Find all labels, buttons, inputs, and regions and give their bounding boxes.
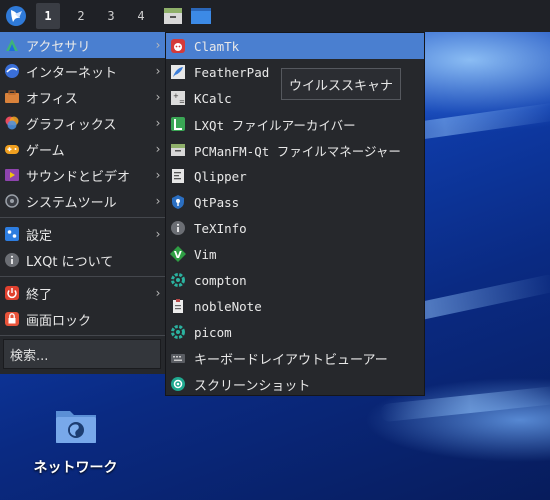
submenu-item-qlipper[interactable]: Qlipper [166, 163, 424, 189]
picom-icon [169, 324, 186, 341]
multimedia-icon [3, 167, 20, 184]
chevron-right-icon: › [155, 116, 161, 130]
submenu-item-archiver[interactable]: LXQt ファイルアーカイバー [166, 111, 424, 137]
archiver-icon [169, 116, 186, 133]
compton-icon [169, 272, 186, 289]
power-icon [3, 285, 20, 302]
workspace-4[interactable]: 4 [126, 0, 156, 32]
menu-separator [0, 217, 165, 218]
chevron-right-icon: › [155, 64, 161, 78]
lxqt-logo-icon [6, 6, 26, 26]
file-manager-icon [169, 142, 186, 159]
submenu-item-texinfo[interactable]: TeXInfo [166, 215, 424, 241]
menu-item-system-tools[interactable]: システムツール › [0, 188, 165, 214]
network-folder-icon [55, 411, 96, 443]
clamtk-icon [169, 38, 186, 55]
submenu-item-keyboard-viewer[interactable]: キーボードレイアウトビューアー [166, 345, 424, 371]
submenu-item-file-manager[interactable]: PCManFM-Qt ファイルマネージャー [166, 137, 424, 163]
qtpass-icon [169, 194, 186, 211]
office-icon [3, 89, 20, 106]
lock-icon [3, 311, 20, 328]
tooltip: ウイルススキャナ [281, 68, 401, 100]
desktop-icon-label: ネットワーク [33, 460, 118, 476]
menu-separator [0, 335, 165, 336]
chevron-right-icon: › [155, 286, 161, 300]
menu-item-leave[interactable]: 終了 › [0, 280, 165, 306]
kcalc-icon: + = [169, 90, 186, 107]
workspace-3[interactable]: 3 [96, 0, 126, 32]
workspace-2[interactable]: 2 [66, 0, 96, 32]
chevron-right-icon: › [155, 194, 161, 208]
submenu-item-qtpass[interactable]: QtPass [166, 189, 424, 215]
chevron-right-icon: › [155, 38, 161, 52]
search-input[interactable]: 検索... [3, 339, 161, 369]
desktop-launcher-icon[interactable] [190, 5, 212, 27]
top-panel: 1 2 3 4 [0, 0, 550, 32]
menu-item-internet[interactable]: インターネット › [0, 58, 165, 84]
settings-icon [3, 226, 20, 243]
menu-item-settings[interactable]: 設定 › [0, 221, 165, 247]
workspace-1[interactable]: 1 [36, 3, 60, 29]
submenu-item-compton[interactable]: compton [166, 267, 424, 293]
screenshot-icon [169, 376, 186, 393]
chevron-right-icon: › [155, 168, 161, 182]
archive-launcher-icon[interactable] [162, 5, 184, 27]
submenu-item-vim[interactable]: V Vim [166, 241, 424, 267]
application-menu: アクセサリ › インターネット › オフィス › グラフィックス › ゲーム ›… [0, 32, 165, 374]
menu-item-accessories[interactable]: アクセサリ › [0, 32, 165, 58]
desktop-icon-network[interactable]: ネットワーク [28, 405, 123, 477]
featherpad-icon [169, 64, 186, 81]
submenu-item-picom[interactable]: picom [166, 319, 424, 345]
menu-item-multimedia[interactable]: サウンドとビデオ › [0, 162, 165, 188]
start-menu-button[interactable] [0, 0, 32, 32]
system-tools-icon [3, 193, 20, 210]
texinfo-icon [169, 220, 186, 237]
accessories-icon [3, 37, 20, 54]
info-icon [3, 252, 20, 269]
chevron-right-icon: › [155, 227, 161, 241]
menu-item-graphics[interactable]: グラフィックス › [0, 110, 165, 136]
menu-item-games[interactable]: ゲーム › [0, 136, 165, 162]
menu-separator [0, 276, 165, 277]
noblenote-icon [169, 298, 186, 315]
submenu-item-screenshot[interactable]: スクリーンショット [166, 371, 424, 397]
menu-item-lock-screen[interactable]: 画面ロック [0, 306, 165, 332]
graphics-icon [3, 115, 20, 132]
clipboard-icon [169, 168, 186, 185]
keyboard-icon [169, 350, 186, 367]
svg-text:V: V [174, 250, 182, 261]
games-icon [3, 141, 20, 158]
vim-icon: V [169, 246, 186, 263]
chevron-right-icon: › [155, 142, 161, 156]
menu-item-about-lxqt[interactable]: LXQt について [0, 247, 165, 273]
submenu-item-noblenote[interactable]: nobleNote [166, 293, 424, 319]
internet-icon [3, 63, 20, 80]
svg-text:=: = [179, 98, 185, 106]
submenu-item-clamtk[interactable]: ClamTk [166, 33, 424, 59]
menu-item-office[interactable]: オフィス › [0, 84, 165, 110]
chevron-right-icon: › [155, 90, 161, 104]
